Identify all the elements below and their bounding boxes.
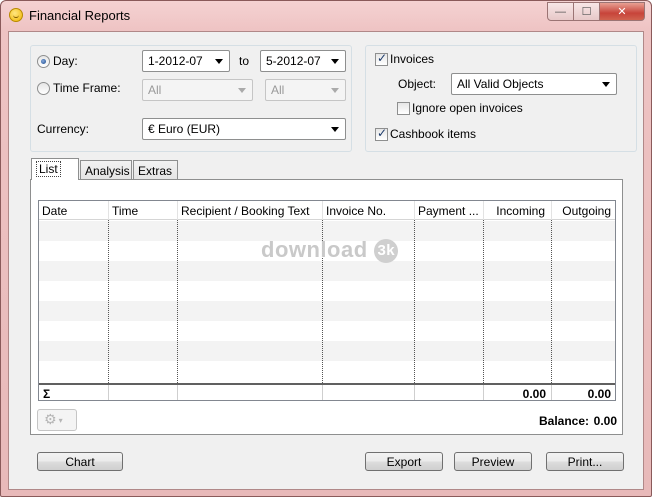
print-button[interactable]: Print...: [546, 452, 624, 471]
financial-reports-window: Financial Reports — ☐ ✕ Day: 1-2012-07 t…: [0, 0, 652, 497]
balance-value: 0.00: [593, 414, 617, 428]
chevron-down-icon: [331, 88, 339, 93]
report-grid[interactable]: Date Time Recipient / Booking Text Invoi…: [38, 200, 616, 401]
day-to-combo[interactable]: 5-2012-07: [260, 50, 346, 72]
column-divider: [108, 220, 109, 383]
column-header-payment[interactable]: Payment ...: [415, 201, 484, 220]
tab-extras[interactable]: Extras: [133, 160, 178, 180]
date-filter-group: Day: 1-2012-07 to 5-2012-07 Time Frame: …: [30, 45, 352, 152]
chevron-down-icon: [331, 127, 339, 132]
grid-row-stripe: [39, 261, 615, 281]
minimize-icon: —: [555, 5, 566, 18]
currency-value: € Euro (EUR): [148, 122, 221, 136]
export-button[interactable]: Export: [365, 452, 443, 471]
to-label: to: [239, 54, 250, 68]
tab-extras-label: Extras: [138, 164, 173, 178]
day-radio[interactable]: [37, 55, 50, 68]
grid-options-button[interactable]: ⚙ ▾: [37, 409, 77, 431]
time-frame-from-combo[interactable]: All: [142, 79, 253, 101]
close-icon: ✕: [617, 6, 627, 18]
balance-label: Balance:: [539, 414, 590, 428]
invoice-options-group: Invoices Object: All Valid Objects Ignor…: [365, 45, 637, 152]
object-label: Object:: [398, 77, 437, 91]
dropdown-arrow-icon: ▾: [58, 415, 63, 425]
column-header-date[interactable]: Date: [39, 201, 109, 220]
invoices-checkbox[interactable]: [375, 51, 388, 66]
day-from-combo[interactable]: 1-2012-07: [142, 50, 230, 72]
tab-list[interactable]: List: [31, 158, 79, 180]
column-divider: [551, 220, 552, 383]
chart-button[interactable]: Chart: [37, 452, 123, 471]
column-divider: [414, 220, 415, 383]
chevron-down-icon: [215, 59, 223, 64]
gear-icon: ⚙: [44, 411, 57, 427]
grid-header: Date Time Recipient / Booking Text Invoi…: [39, 201, 615, 220]
cashbook-items-checkbox[interactable]: [375, 126, 388, 141]
ignore-open-invoices-label: Ignore open invoices: [412, 101, 523, 115]
time-frame-to-value: All: [271, 83, 285, 97]
column-header-recipient[interactable]: Recipient / Booking Text: [178, 201, 323, 220]
day-to-value: 5-2012-07: [266, 54, 321, 68]
title-bar[interactable]: Financial Reports — ☐ ✕: [1, 1, 651, 31]
object-combo[interactable]: All Valid Objects: [451, 73, 617, 95]
minimize-button[interactable]: —: [547, 2, 574, 21]
grid-row-stripe: [39, 341, 615, 361]
app-smiley-icon: [9, 8, 23, 22]
chevron-down-icon: [602, 82, 610, 87]
footer-divider: [414, 385, 415, 400]
caption-buttons: — ☐ ✕: [547, 2, 645, 21]
preview-button[interactable]: Preview: [454, 452, 532, 471]
day-label: Day:: [53, 54, 78, 68]
currency-combo[interactable]: € Euro (EUR): [142, 118, 346, 140]
cashbook-items-label: Cashbook items: [390, 127, 477, 141]
footer-divider: [108, 385, 109, 400]
sigma-symbol: Σ: [43, 387, 51, 401]
object-value: All Valid Objects: [457, 77, 544, 91]
watermark-text: download: [261, 237, 368, 262]
column-divider: [483, 220, 484, 383]
column-header-time[interactable]: Time: [109, 201, 178, 220]
chevron-down-icon: [238, 88, 246, 93]
day-from-value: 1-2012-07: [148, 54, 203, 68]
close-button[interactable]: ✕: [600, 2, 645, 21]
grid-row-stripe: [39, 301, 615, 321]
invoices-label: Invoices: [390, 52, 435, 66]
footer-divider: [177, 385, 178, 400]
grid-totals-row: Σ 0.00 0.00: [39, 383, 615, 401]
column-divider: [177, 220, 178, 383]
chevron-down-icon: [331, 59, 339, 64]
watermark-badge: 3k: [374, 239, 399, 264]
maximize-icon: ☐: [581, 6, 592, 18]
column-header-outgoing[interactable]: Outgoing: [552, 201, 615, 220]
outgoing-total: 0.00: [587, 387, 611, 401]
ignore-open-invoices-checkbox[interactable]: [397, 102, 410, 115]
time-frame-radio[interactable]: [37, 82, 50, 95]
list-tab-panel: Date Time Recipient / Booking Text Invoi…: [30, 179, 623, 435]
client-area: Day: 1-2012-07 to 5-2012-07 Time Frame: …: [8, 31, 644, 490]
time-frame-from-value: All: [148, 83, 162, 97]
tab-list-label: List: [36, 161, 61, 177]
footer-divider: [483, 385, 484, 400]
time-frame-to-combo[interactable]: All: [265, 79, 346, 101]
column-header-invoice-no[interactable]: Invoice No.: [323, 201, 415, 220]
download3k-watermark: download 3k: [261, 237, 399, 264]
tab-analysis-label: Analysis: [85, 164, 130, 178]
maximize-button[interactable]: ☐: [574, 2, 600, 21]
window-title: Financial Reports: [29, 8, 131, 23]
tab-analysis[interactable]: Analysis: [80, 160, 132, 180]
time-frame-label: Time Frame:: [53, 81, 121, 95]
currency-label: Currency:: [37, 122, 90, 136]
column-header-incoming[interactable]: Incoming: [484, 201, 552, 220]
footer-divider: [322, 385, 323, 400]
footer-divider: [551, 385, 552, 400]
incoming-total: 0.00: [522, 387, 546, 401]
